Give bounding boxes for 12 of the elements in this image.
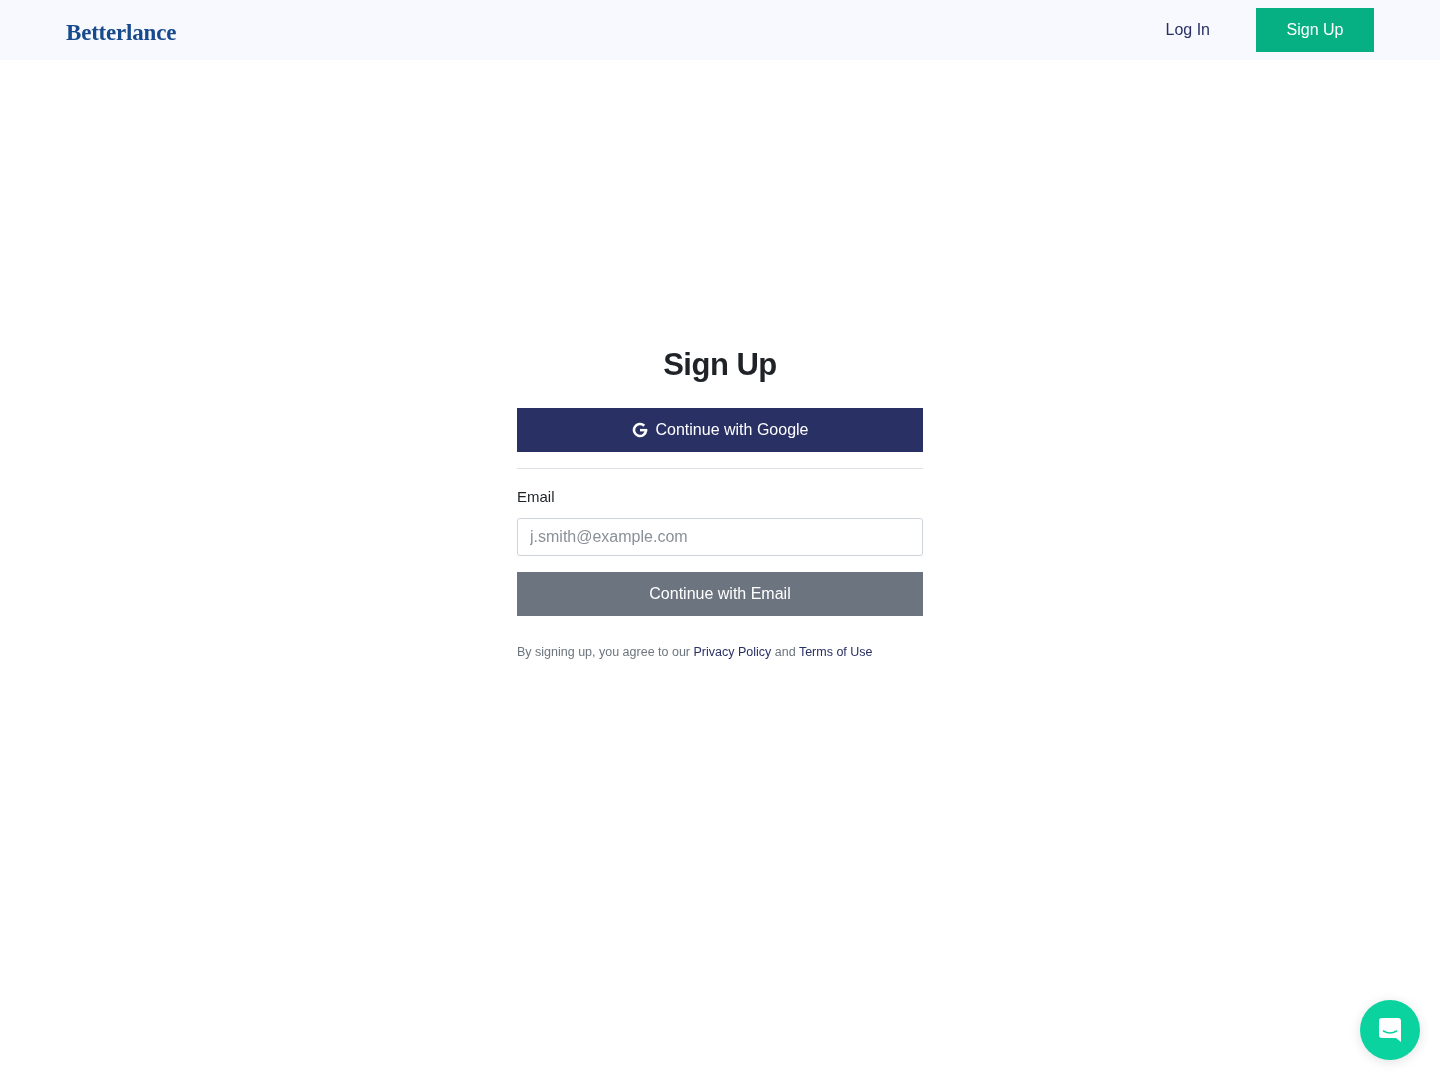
log-in-link[interactable]: Log In <box>1165 21 1210 39</box>
legal-notice: By signing up, you agree to our Privacy Policy and Terms of Use <box>517 644 874 661</box>
google-icon <box>631 422 648 438</box>
logo[interactable]: Betterlance <box>66 19 177 46</box>
legal-link[interactable]: Privacy Policy <box>693 645 772 659</box>
chat-launcher-button[interactable] <box>1360 1000 1420 1060</box>
email-label: Email <box>517 487 556 507</box>
page-title: Sign Up <box>662 346 778 384</box>
google-sign-in-button[interactable]: Continue with Google <box>517 408 923 452</box>
email-input[interactable]: j.smith@example.com <box>517 518 923 556</box>
chat-bubble-icon <box>1379 1018 1401 1042</box>
legal-link[interactable]: Terms of Use <box>798 645 873 659</box>
